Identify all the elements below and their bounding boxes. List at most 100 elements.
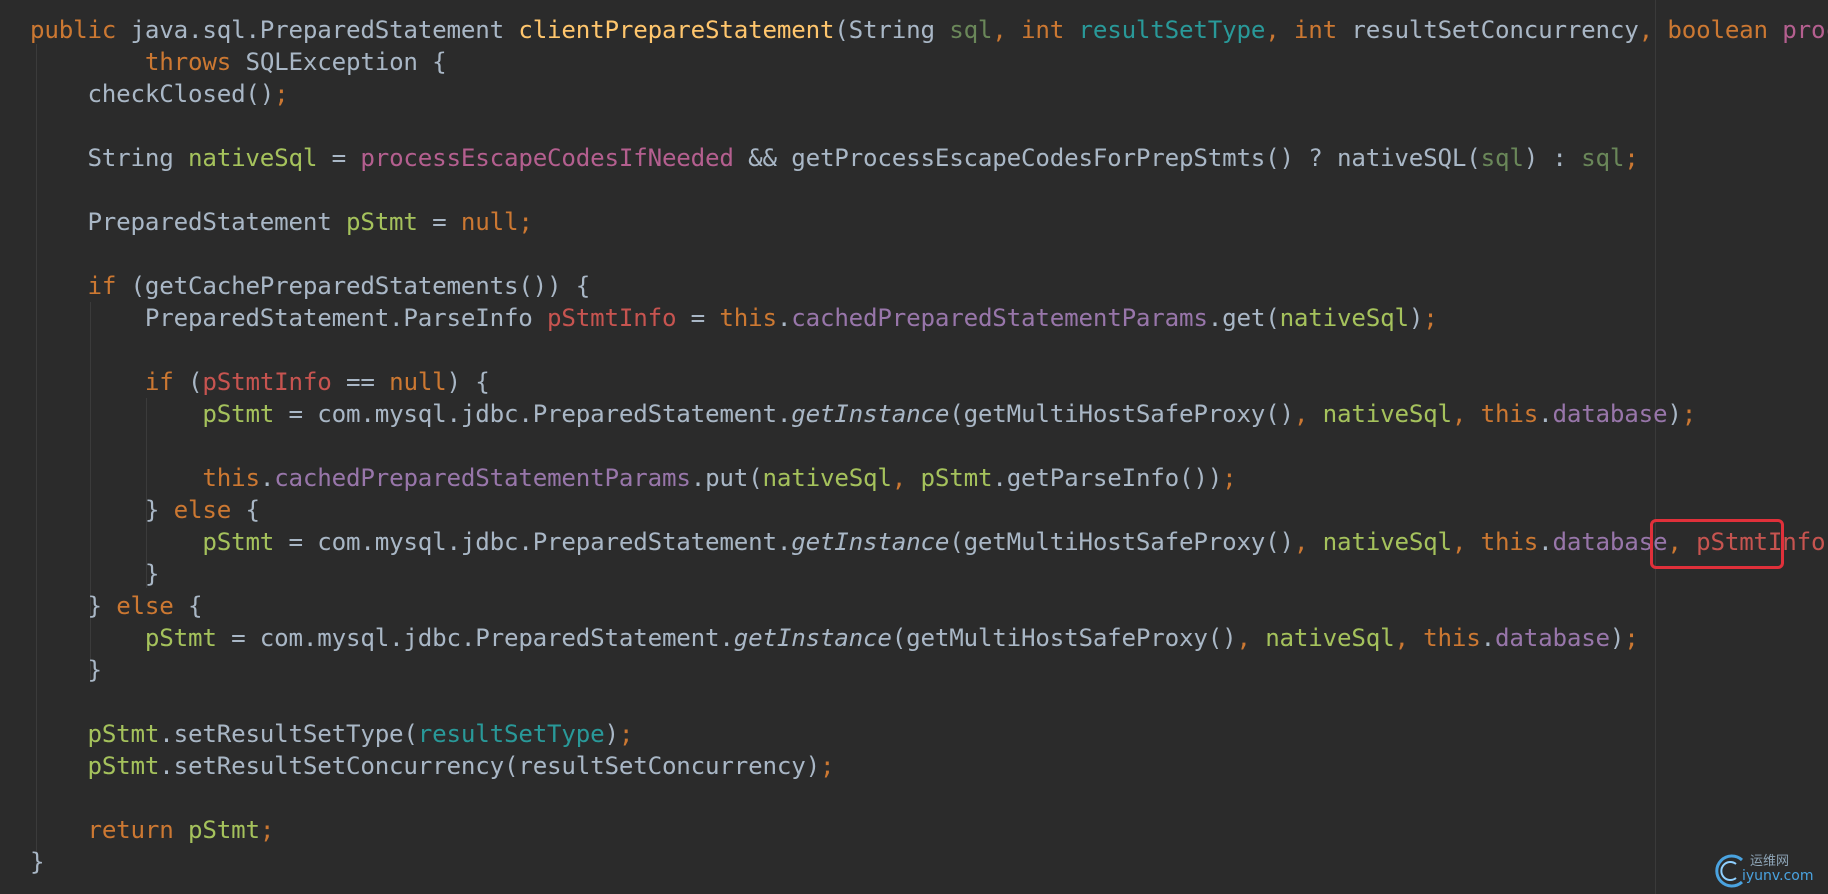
code-line[interactable] [30,782,1828,814]
code-token: , int [992,16,1079,44]
code-token: resultSetType [1078,16,1266,44]
code-token: , this [1394,624,1481,652]
code-token: process [1782,16,1828,44]
code-line[interactable]: pStmt.setResultSetType(resultSetType); [30,718,1828,750]
code-token: if [144,368,188,396]
code-token: } [30,848,45,876]
code-token: sql [1581,144,1625,172]
code-line[interactable]: public java.sql.PreparedStatement client… [30,14,1828,46]
code-line[interactable] [30,334,1828,366]
code-line[interactable] [30,686,1828,718]
code-token: .getParseInfo()) [992,464,1223,492]
code-token: nativeSql [1322,528,1452,556]
code-token: pStmt [188,816,260,844]
code-token: { [245,496,260,524]
code-token: ; [819,752,835,780]
code-token: PreparedStatement [30,208,346,236]
code-line[interactable]: PreparedStatement pStmt = null; [30,206,1828,238]
code-token: pStmt [202,528,275,556]
code-token: = com.mysql.jdbc.PreparedStatement. [274,400,792,428]
code-line[interactable]: pStmt = com.mysql.jdbc.PreparedStatement… [30,526,1828,558]
code-token: , [1236,624,1266,652]
code-token: (String [834,16,950,44]
code-token: this [202,464,260,492]
code-token: , [891,464,921,492]
code-token: = [676,304,720,332]
code-token: } [30,656,102,684]
code-token: = com.mysql.jdbc.PreparedStatement. [216,624,734,652]
code-token: sql [1480,144,1524,172]
code-token: .put( [690,464,763,492]
code-line[interactable]: } [30,654,1828,686]
code-editor[interactable]: public java.sql.PreparedStatement client… [0,0,1828,894]
code-line[interactable]: pStmt = com.mysql.jdbc.PreparedStatement… [30,398,1828,430]
code-token: && getProcessEscapeCodesForPrepStmts() ?… [733,144,1481,172]
code-token: nativeSql [1265,624,1395,652]
code-token: { [188,592,203,620]
code-token: else [173,496,246,524]
code-token: resultSetType [417,720,605,748]
code-token: = [317,144,361,172]
code-line[interactable]: checkClosed(); [30,78,1828,110]
code-token: ) : [1523,144,1582,172]
code-token: nativeSql [1279,304,1409,332]
code-token: pStmt [920,464,993,492]
code-line[interactable]: } [30,846,1828,878]
code-token: ) [604,720,620,748]
code-token: clientPrepareStatement [518,16,835,44]
code-line[interactable]: this.cachedPreparedStatementParams.put(n… [30,462,1828,494]
code-token: (getMultiHostSafeProxy() [949,400,1294,428]
code-token: ; [618,720,634,748]
code-token: .get( [1207,304,1280,332]
annotation-highlight-box [1650,519,1784,569]
code-line[interactable]: if (pStmtInfo == null) { [30,366,1828,398]
code-token: . [1480,624,1496,652]
code-line[interactable]: } else { [30,590,1828,622]
code-token: = com.mysql.jdbc.PreparedStatement. [274,528,792,556]
code-line[interactable]: if (getCachePreparedStatements()) { [30,270,1828,302]
code-token: (getCachePreparedStatements()) { [130,272,591,300]
code-token: String [30,144,188,172]
code-token: else [116,592,188,620]
code-token: if [87,272,131,300]
code-line[interactable] [30,238,1828,270]
code-line[interactable] [30,430,1828,462]
code-token: == [331,368,390,396]
code-token: getInstance [791,528,950,556]
code-line[interactable] [30,174,1828,206]
code-content[interactable]: public java.sql.PreparedStatement client… [30,14,1828,878]
code-token: ; [1423,304,1438,332]
code-token: pStmtInfo [547,304,677,332]
code-token: ) [1667,400,1682,428]
code-line[interactable]: } else { [30,494,1828,526]
code-line[interactable]: PreparedStatement.ParseInfo pStmtInfo = … [30,302,1828,334]
code-token: this [719,304,777,332]
code-token: sql [949,16,993,44]
code-line[interactable]: throws SQLException { [30,46,1828,78]
code-line[interactable]: String nativeSql = processEscapeCodesIfN… [30,142,1828,174]
code-token: . [776,304,792,332]
code-line[interactable]: return pStmt; [30,814,1828,846]
code-token: , this [1451,400,1539,428]
code-line[interactable]: pStmt.setResultSetConcurrency(resultSetC… [30,750,1828,782]
code-token: pStmt [345,208,418,236]
code-token: pStmt [87,720,160,748]
code-token: (getMultiHostSafeProxy() [891,624,1237,652]
code-token: ; [274,80,289,108]
code-token: database [1495,624,1610,652]
code-line[interactable]: } [30,558,1828,590]
code-token: java.sql.PreparedStatement [130,16,519,44]
code-token: , boolean [1638,16,1783,44]
code-line[interactable] [30,110,1828,142]
code-token: pStmtInfo [202,368,332,396]
code-token: resultSetConcurrency [1351,16,1639,44]
code-line[interactable]: pStmt = com.mysql.jdbc.PreparedStatement… [30,622,1828,654]
